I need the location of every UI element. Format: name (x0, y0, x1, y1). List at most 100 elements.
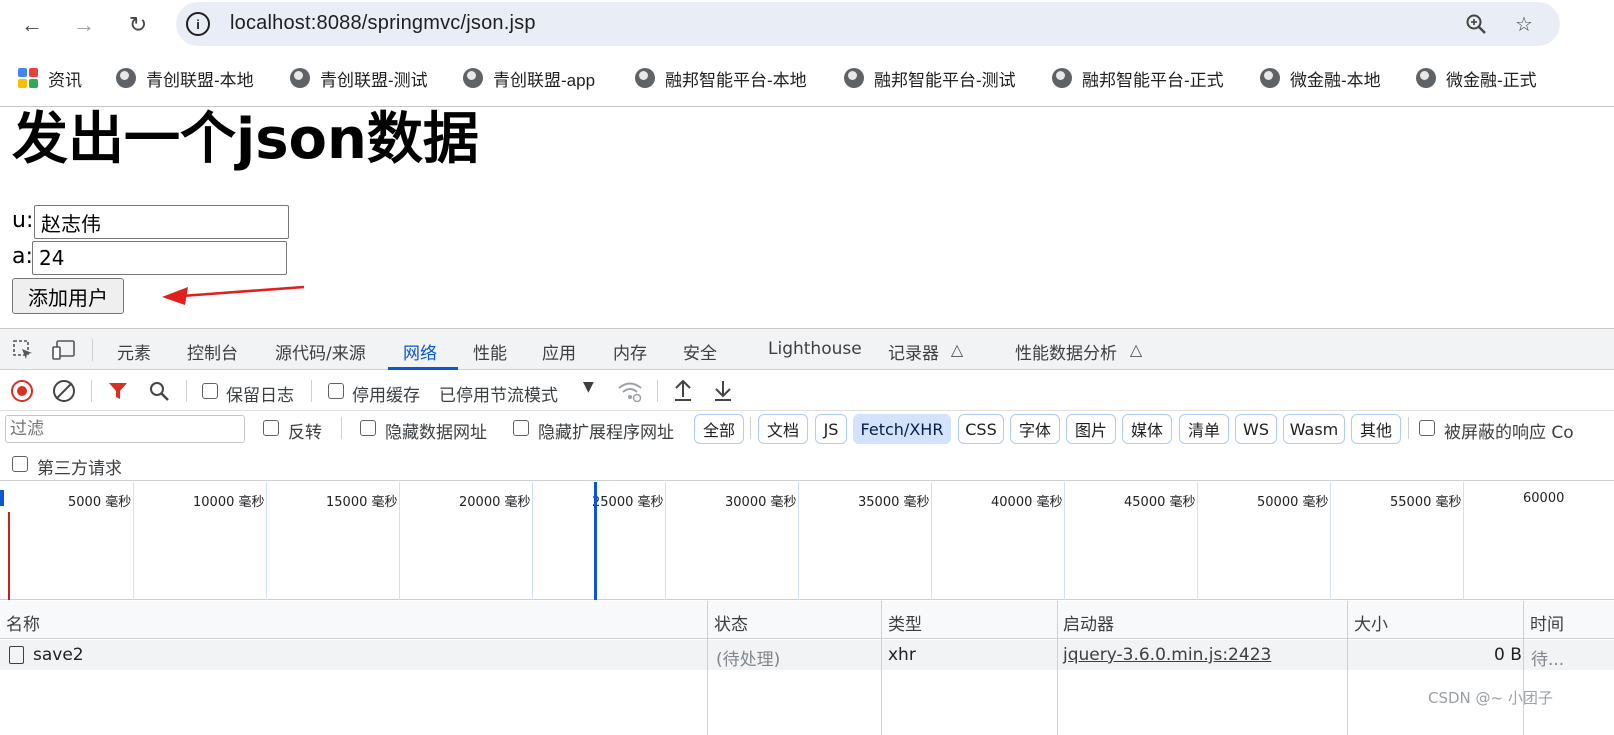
bookmark-item[interactable]: 资讯 (18, 66, 82, 90)
filter-chip-manifest[interactable]: 清单 (1179, 414, 1229, 444)
globe-icon (463, 68, 483, 88)
bookmark-item[interactable]: 青创联盟-本地 (116, 66, 254, 90)
filter-chip-other[interactable]: 其他 (1351, 414, 1401, 444)
filter-input[interactable] (5, 415, 245, 443)
user-name-input[interactable] (34, 205, 289, 239)
hide-extension-urls-checkbox[interactable] (513, 420, 529, 436)
back-icon[interactable]: ← (14, 7, 50, 43)
tab-application[interactable]: 应用 (542, 339, 576, 364)
throttling-select[interactable]: 已停用节流模式 (439, 381, 558, 406)
tab-elements[interactable]: 元素 (117, 339, 151, 364)
globe-icon (1260, 68, 1280, 88)
filter-chip-img[interactable]: 图片 (1066, 414, 1116, 444)
column-header-status[interactable]: 状态 (714, 610, 748, 635)
bookmark-item[interactable]: 青创联盟-测试 (290, 66, 428, 90)
filter-chip-media[interactable]: 媒体 (1122, 414, 1172, 444)
tab-performance[interactable]: 性能 (473, 339, 507, 364)
tab-performance-insights[interactable]: 性能数据分析 (1015, 339, 1117, 364)
filter-chip-js[interactable]: JS (815, 414, 847, 444)
separator (750, 417, 751, 439)
clear-icon[interactable] (53, 380, 75, 402)
tab-recorder[interactable]: 记录器 (888, 339, 939, 364)
separator (311, 380, 312, 402)
hide-data-urls-label: 隐藏数据网址 (385, 423, 487, 443)
bookmark-item[interactable]: 融邦智能平台-本地 (635, 66, 807, 90)
bookmark-item[interactable]: 融邦智能平台-正式 (1052, 66, 1224, 90)
import-har-icon[interactable] (672, 379, 694, 408)
network-conditions-icon[interactable] (617, 379, 643, 408)
device-toolbar-icon[interactable] (52, 339, 76, 361)
export-har-icon[interactable] (712, 379, 734, 408)
tab-network[interactable]: 网络 (403, 339, 437, 364)
filter-chip-css[interactable]: CSS (958, 414, 1004, 444)
bookmark-item[interactable]: 微金融-正式 (1416, 66, 1537, 90)
reload-icon[interactable]: ↻ (120, 7, 156, 43)
hide-data-urls-checkbox[interactable] (360, 420, 376, 436)
request-name[interactable]: save2 (33, 645, 84, 665)
forward-icon[interactable]: → (66, 7, 102, 43)
tab-security[interactable]: 安全 (683, 339, 717, 364)
bookmark-label: 微金融-正式 (1446, 70, 1537, 90)
tab-lighthouse[interactable]: Lighthouse (768, 339, 862, 359)
tick-line (399, 482, 400, 600)
tick-line (1330, 482, 1331, 600)
separator (92, 339, 93, 361)
column-header-size[interactable]: 大小 (1354, 610, 1388, 635)
tab-memory[interactable]: 内存 (613, 339, 647, 364)
address-bar[interactable]: i localhost:8088/springmvc/json.jsp ☆ (176, 2, 1560, 46)
tick-line (133, 482, 134, 600)
separator (657, 380, 658, 402)
filter-chip-all[interactable]: 全部 (694, 414, 744, 444)
filter-chip-font[interactable]: 字体 (1010, 414, 1060, 444)
blocked-responses-checkbox[interactable] (1419, 420, 1435, 436)
bookmark-label: 资讯 (48, 70, 82, 90)
flask-icon: △ (1129, 342, 1143, 359)
filter-chip-wasm[interactable]: Wasm (1283, 414, 1345, 444)
preserve-log-checkbox[interactable] (202, 383, 218, 399)
zoom-icon[interactable] (1462, 10, 1490, 38)
disable-cache-checkbox[interactable] (328, 383, 344, 399)
table-row[interactable]: save2 (待处理) xhr jquery-3.6.0.min.js:2423… (0, 640, 1614, 670)
column-header-initiator[interactable]: 启动器 (1063, 610, 1114, 635)
age-input[interactable] (32, 241, 287, 275)
separator (1408, 417, 1409, 439)
bookmark-label: 青创联盟-app (493, 70, 596, 90)
filter-bar: 反转 隐藏数据网址 隐藏扩展程序网址 全部 文档 JS Fetch/XHR CS… (0, 411, 1614, 445)
bookmark-item[interactable]: 融邦智能平台-测试 (844, 66, 1016, 90)
record-stop-icon[interactable] (11, 380, 33, 402)
add-user-button[interactable]: 添加用户 (12, 278, 124, 314)
tick-line (1064, 482, 1065, 600)
annotation-arrow-icon (162, 285, 305, 305)
disable-cache-label: 停用缓存 (352, 386, 420, 406)
bookmark-item[interactable]: 微金融-本地 (1260, 66, 1381, 90)
third-party-checkbox[interactable] (12, 456, 28, 472)
network-toolbar: 保留日志 停用缓存 已停用节流模式 ▼ (0, 371, 1614, 411)
filter-chip-fetch-xhr[interactable]: Fetch/XHR (853, 414, 951, 444)
request-time: 待... (1531, 650, 1565, 670)
tick-line (665, 482, 666, 600)
tick-label: 20000 毫秒 (459, 495, 531, 510)
column-header-time[interactable]: 时间 (1530, 610, 1564, 635)
inspect-element-icon[interactable] (11, 339, 35, 361)
search-icon[interactable] (148, 380, 170, 407)
request-initiator-link[interactable]: jquery-3.6.0.min.js:2423 (1063, 645, 1271, 665)
invert-checkbox[interactable] (263, 420, 279, 436)
bookmark-item[interactable]: 青创联盟-app (463, 66, 595, 90)
separator (91, 380, 92, 402)
tab-sources[interactable]: 源代码/来源 (275, 339, 366, 364)
tick-label: 55000 毫秒 (1390, 495, 1462, 510)
filter-icon[interactable] (108, 381, 128, 406)
separator (186, 380, 187, 402)
filter-chip-doc[interactable]: 文档 (758, 414, 808, 444)
network-overview-timeline[interactable]: 5000 毫秒 10000 毫秒 15000 毫秒 20000 毫秒 25000… (0, 482, 1614, 600)
bookmark-star-icon[interactable]: ☆ (1510, 10, 1538, 38)
column-header-type[interactable]: 类型 (888, 610, 922, 635)
column-header-name[interactable]: 名称 (6, 610, 40, 635)
tab-console[interactable]: 控制台 (187, 339, 238, 364)
globe-icon (635, 68, 655, 88)
filter-chip-ws[interactable]: WS (1235, 414, 1277, 444)
url-text[interactable]: localhost:8088/springmvc/json.jsp (230, 12, 536, 35)
chevron-down-icon[interactable]: ▼ (583, 379, 594, 395)
site-info-icon[interactable]: i (186, 12, 210, 36)
preserve-log-label: 保留日志 (226, 386, 294, 406)
